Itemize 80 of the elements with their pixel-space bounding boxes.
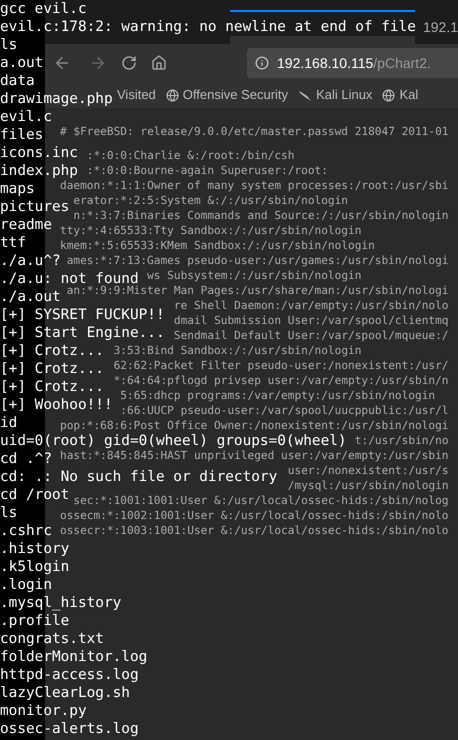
terminal-line: gcc evil.c [0, 0, 87, 18]
terminal-line: congrats.txt [0, 630, 104, 648]
bookmark-link[interactable]: Kali Linux [316, 85, 372, 105]
terminal-line: [+] Crotz... [0, 378, 104, 396]
terminal-line: .profile [0, 612, 70, 630]
terminal-line: .cshrc [0, 522, 52, 540]
terminal-line: httpd-access.log [0, 666, 139, 684]
terminal-line: [+] Woohoo!!! [0, 396, 113, 414]
home-icon[interactable] [151, 55, 167, 71]
terminal-line: ossec-alerts.log [0, 720, 139, 738]
url-text: 192.168.10.115/pChart2. [277, 54, 431, 73]
terminal-line: a.out [0, 54, 44, 72]
terminal-line: ./a.out [0, 288, 61, 306]
forward-icon[interactable] [89, 54, 107, 72]
terminal-line: [+] Start Engine... [0, 324, 165, 342]
terminal-line: pictures [0, 198, 70, 216]
terminal-line: .k5login [0, 558, 70, 576]
file-line: ws Subsystem:/:/usr/sbin/nologin [147, 268, 362, 283]
terminal-line: icons.inc [0, 144, 78, 162]
bookmark-link[interactable]: Kal [399, 85, 418, 105]
file-line: erator:*:2:5:System &:/:/usr/sbin/nologin [73, 193, 348, 208]
file-line: ossecm:*:1002:1001:User &:/usr/local/ossec-hids:/sbin/nolo [60, 508, 448, 523]
back-icon[interactable] [53, 54, 71, 72]
file-line: *:64:64:pflogd privsep user:/var/empty:/usr/sbin/n [114, 373, 448, 388]
terminal-line: folderMonitor.log [0, 648, 148, 666]
file-line: 5:65:dhcp programs:/var/empty:/usr/sbin/nologin [120, 388, 436, 403]
terminal-line: uid=0(root) gid=0(wheel) groups=0(wheel) [0, 432, 347, 450]
terminal-line: cd /root [0, 486, 70, 504]
terminal-line: .mysql_history [0, 594, 122, 612]
globe-icon [382, 88, 396, 102]
bookmark-link[interactable]: Visited [117, 85, 156, 105]
file-line: 3:53:Bind Sandbox:/:/usr/sbin/nologin [114, 343, 362, 358]
terminal-line: cd .^? [0, 450, 52, 468]
terminal-line: evil.c:178:2: warning: no newline at end of file [0, 18, 416, 36]
file-line: :*:0:0:Bourne-again Superuser:/root: [86, 163, 328, 178]
file-line: Sendmail Default User:/var/spool/mqueue:/ [174, 328, 449, 343]
file-line: pop:*:68:6:Post Office Owner:/nonexistent:/usr/sbin/nologi [60, 418, 448, 433]
terminal-line: [+] Crotz... [0, 342, 104, 360]
terminal-line: [+] Crotz... [0, 360, 104, 378]
terminal-line: maps [0, 180, 35, 198]
terminal-line: monitor.py [0, 702, 87, 720]
file-line: daemon:*:1:1:Owner of many system processes:/root:/usr/sbi [60, 178, 448, 193]
terminal-line: id [0, 414, 18, 432]
file-line: :*:0:0:Charlie &:/root:/bin/csh [86, 148, 294, 163]
terminal-line: ttf [0, 234, 26, 252]
file-line: dmail Submission User:/var/spool/clientmq [174, 313, 449, 328]
file-line: /mysql:/usr/sbin/nologin [288, 478, 449, 493]
file-line: tty:*:4:65533:Tty Sandbox:/:/usr/sbin/nologin [60, 223, 362, 238]
browser-tab[interactable]: 192.1 [414, 10, 458, 44]
terminal-line: lazyClearLog.sh [0, 684, 130, 702]
file-line: re Shell Daemon:/var/empty:/usr/sbin/nolo [174, 298, 449, 313]
terminal-line: .login [0, 576, 52, 594]
file-line: # $FreeBSD: release/9.0.0/etc/master.passwd 218047 2011-01 [60, 124, 448, 139]
file-line: user:/nonexistent:/usr/s [288, 463, 449, 478]
terminal-line: ls [0, 36, 18, 54]
terminal-line: drawimage.php [0, 90, 113, 108]
terminal-line: ./a.u^? [0, 252, 61, 270]
terminal-line: evil.c [0, 108, 52, 126]
file-line: :66:UUCP pseudo-user:/var/spool/uucppublic:/usr/l [120, 403, 448, 418]
info-icon [255, 56, 269, 70]
url-field[interactable]: 192.168.10.115/pChart2. [247, 48, 458, 78]
file-line: sec:*:1001:1001:User &:/usr/local/ossec-hids:/sbin/nolog [73, 493, 448, 508]
terminal-line: files [0, 126, 44, 144]
terminal-line: data [0, 72, 35, 90]
file-line: t:/usr/sbin/no [354, 433, 449, 448]
terminal-line: [+] SYSRET FUCKUP!! [0, 306, 165, 324]
terminal-line: cd: .: No such file or directory [0, 468, 278, 486]
file-line: kmem:*:5:65533:KMem Sandbox:/:/usr/sbin/nologin [60, 238, 375, 253]
terminal-line: ls [0, 504, 18, 522]
file-line: n:*:3:7:Binaries Commands and Source:/:/usr/sbin/nologin [73, 208, 448, 223]
globe-icon [166, 88, 179, 102]
terminal-line: index.php [0, 162, 78, 180]
terminal-line: .history [0, 540, 70, 558]
bookmark-link[interactable]: Offensive Security [182, 85, 288, 105]
reload-icon[interactable] [121, 55, 137, 71]
terminal-line: readme [0, 216, 52, 234]
file-line: ossecr:*:1003:1001:User &:/usr/local/ossec-hids:/sbin/nolo [60, 523, 448, 538]
file-line: hast:*:845:845:HAST unprivileged user:/var/empty:/usr/sbin [60, 448, 448, 463]
file-line: 62:62:Packet Filter pseudo-user:/nonexistent:/usr/ [114, 358, 448, 373]
file-line: ames:*:7:13:Games pseudo-user:/usr/games:/usr/sbin/nologi [66, 253, 448, 268]
